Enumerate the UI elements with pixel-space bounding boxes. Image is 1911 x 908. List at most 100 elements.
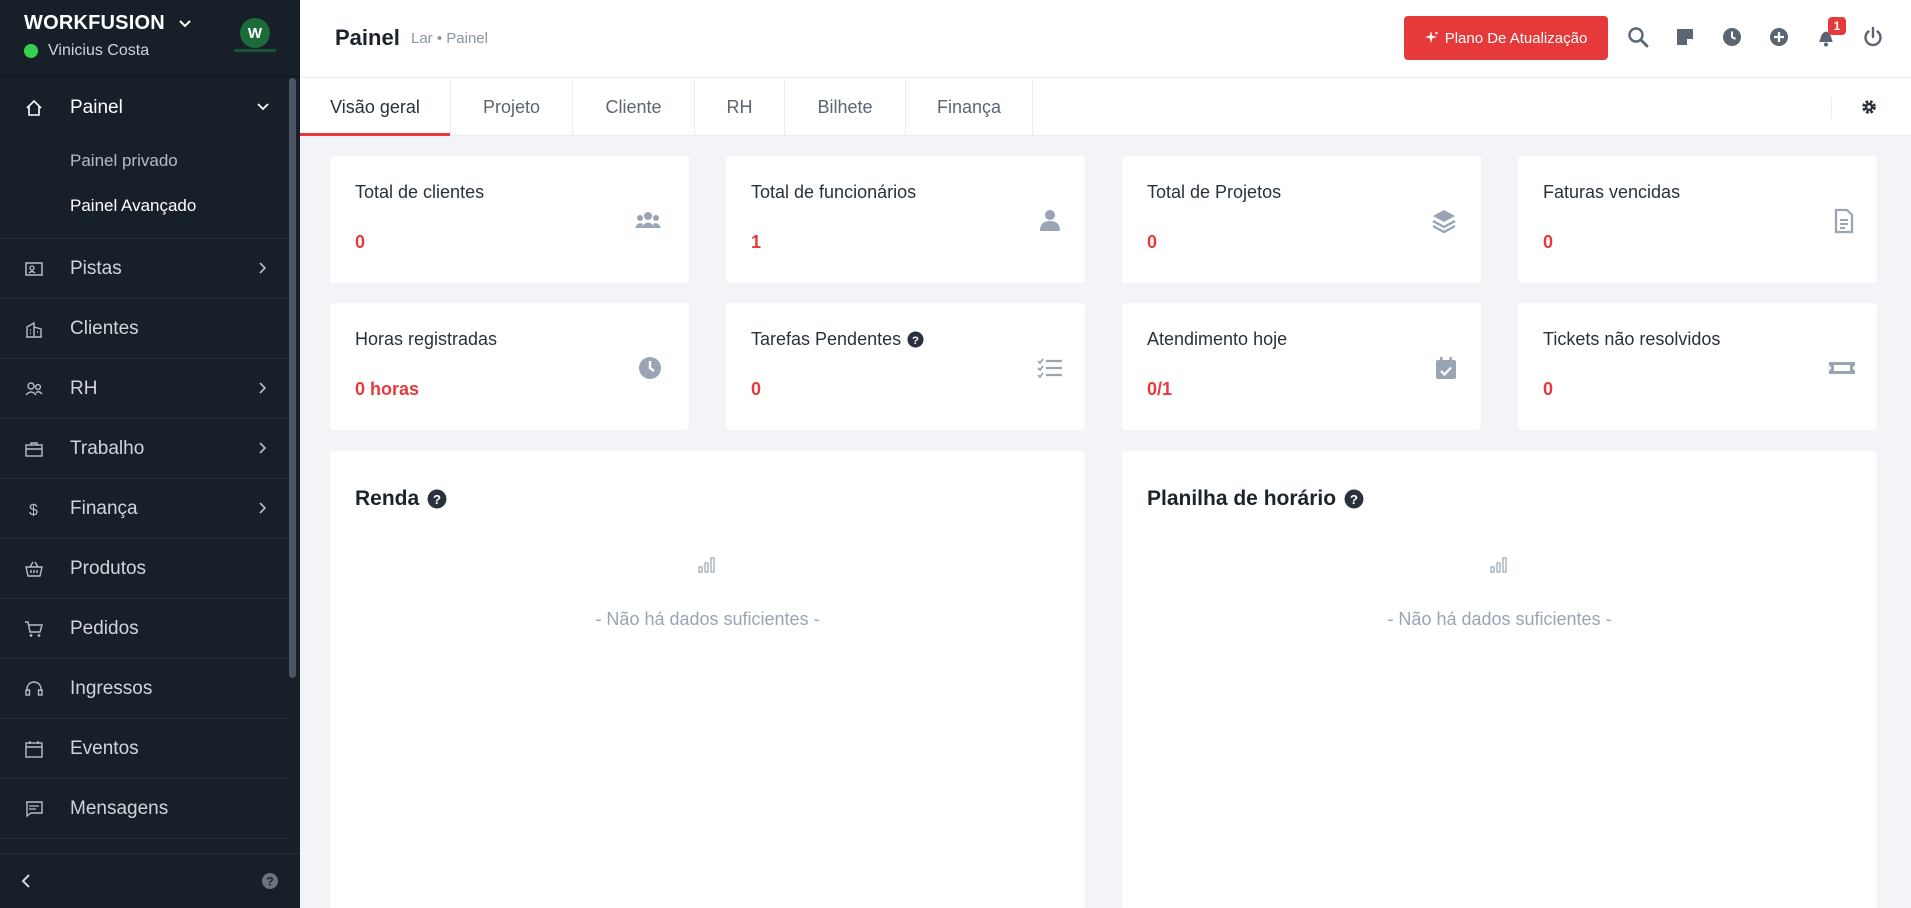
sidebar-item-rh[interactable]: RH xyxy=(0,359,288,419)
sidebar-item-produtos[interactable]: Produtos xyxy=(0,539,288,599)
sidebar-item-label: Ingressos xyxy=(70,677,153,699)
sidebar-item-mensagens[interactable]: Mensagens xyxy=(0,779,288,839)
sidebar-item-eventos[interactable]: Eventos xyxy=(0,719,288,779)
stat-title: Atendimento hoje xyxy=(1147,329,1288,349)
panel-title-text: Planilha de horário xyxy=(1147,487,1337,510)
upgrade-plan-label: Plano De Atualização xyxy=(1444,29,1588,47)
sidebar-subitem-painel-privado[interactable]: Painel privado xyxy=(0,138,288,183)
breadcrumb[interactable]: Lar • Painel xyxy=(411,30,488,47)
stat-card-faturas-vencidas[interactable]: Faturas vencidas 0 xyxy=(1518,156,1877,283)
stat-title: Faturas vencidas xyxy=(1543,182,1681,202)
gear-icon[interactable] xyxy=(1860,98,1878,116)
user-icon xyxy=(1040,210,1060,231)
svg-text:?: ? xyxy=(266,875,273,889)
stat-title: Tickets não resolvidos xyxy=(1543,329,1721,349)
company-logo[interactable]: W xyxy=(240,18,270,48)
calendar-icon xyxy=(25,741,43,758)
stat-card-tarefas-pendentes[interactable]: Tarefas Pendentes ? 0 xyxy=(726,303,1085,430)
sparkle-icon xyxy=(1424,31,1438,43)
empty-state-text: - Não há dados suficientes - xyxy=(1387,609,1612,629)
help-icon[interactable]: ? xyxy=(261,872,279,890)
contact-card-icon xyxy=(25,262,43,276)
svg-text:?: ? xyxy=(912,335,919,347)
layers-icon xyxy=(1432,210,1456,234)
sidebar-item-label: Trabalho xyxy=(70,437,145,459)
stat-card-total-projetos[interactable]: Total de Projetos 0 xyxy=(1122,156,1481,283)
stat-title-text: Tarefas Pendentes xyxy=(751,329,902,349)
sidebar-item-label: Painel xyxy=(70,97,123,118)
svg-text:$: $ xyxy=(29,502,38,519)
sidebar-item-ingressos[interactable]: Ingressos xyxy=(0,659,288,719)
tab-bilhete[interactable]: Bilhete xyxy=(785,78,906,136)
sticky-note-icon[interactable] xyxy=(1674,26,1696,48)
stat-value: 0 xyxy=(355,232,366,252)
stat-value: 0 xyxy=(1543,379,1554,399)
stat-card-total-clientes[interactable]: Total de clientes 0 xyxy=(330,156,689,283)
sidebar-item-trabalho[interactable]: Trabalho xyxy=(0,419,288,479)
stat-card-total-funcionarios[interactable]: Total de funcionários 1 xyxy=(726,156,1085,283)
sidebar: WORKFUSION Vinicius Costa W Painel Paine… xyxy=(0,0,300,908)
users-icon xyxy=(635,212,661,228)
briefcase-icon xyxy=(25,442,43,457)
plus-circle-icon[interactable] xyxy=(1768,26,1790,48)
painel-submenu: Painel privado Painel Avançado xyxy=(0,138,288,239)
panel-title-text: Renda xyxy=(355,487,420,510)
tab-projeto[interactable]: Projeto xyxy=(451,78,573,136)
user-status: Vinicius Costa xyxy=(24,42,149,60)
svg-text:?: ? xyxy=(433,492,441,507)
stat-card-horas-registradas[interactable]: Horas registradas 0 horas xyxy=(330,303,689,430)
top-header: Painel Lar • Painel Plano De Atualização… xyxy=(300,0,1911,78)
tab-financa[interactable]: Finança xyxy=(906,78,1033,136)
tab-visao-geral[interactable]: Visão geral xyxy=(300,78,451,136)
sidebar-item-label: Mensagens xyxy=(70,797,169,819)
empty-state-text: - Não há dados suficientes - xyxy=(595,609,820,629)
tab-cliente[interactable]: Cliente xyxy=(573,78,695,136)
upgrade-plan-button[interactable]: Plano De Atualização xyxy=(1404,16,1608,60)
tasks-icon xyxy=(1037,358,1062,379)
power-icon[interactable] xyxy=(1862,26,1884,48)
stat-value: 1 xyxy=(751,232,762,252)
sidebar-footer: ? xyxy=(0,853,300,908)
dashboard-tabs: Visão geral Projeto Cliente RH Bilhete F… xyxy=(300,78,1911,136)
brand-name[interactable]: WORKFUSION xyxy=(24,12,165,35)
help-icon[interactable]: ? xyxy=(1344,489,1364,509)
sidebar-item-label: Produtos xyxy=(70,557,147,579)
chevron-down-icon[interactable] xyxy=(177,16,193,32)
cart-icon xyxy=(25,621,43,637)
tab-rh[interactable]: RH xyxy=(695,78,785,136)
income-panel: Renda ? - Não há dados suficientes - xyxy=(330,451,1085,908)
help-icon[interactable]: ? xyxy=(427,489,447,509)
user-name: Vinicius Costa xyxy=(48,42,150,59)
bar-chart-icon xyxy=(1490,557,1507,573)
chevron-left-icon[interactable] xyxy=(18,872,34,890)
sidebar-item-label: Eventos xyxy=(70,737,139,759)
stat-title: Total de funcionários xyxy=(751,182,917,202)
clock-icon xyxy=(639,357,661,379)
sidebar-item-clientes[interactable]: Clientes xyxy=(0,299,288,359)
stat-card-tickets-nao-resolvidos[interactable]: Tickets não resolvidos 0 xyxy=(1518,303,1877,430)
search-icon[interactable] xyxy=(1627,26,1649,48)
sidebar-subitem-painel-avancado[interactable]: Painel Avançado xyxy=(0,183,288,228)
tabs-divider xyxy=(1831,98,1832,118)
sidebar-item-painel[interactable]: Painel xyxy=(0,78,288,138)
stat-value: 0 horas xyxy=(355,379,420,399)
clock-icon[interactable] xyxy=(1721,26,1743,48)
sidebar-item-label: Pistas xyxy=(70,257,122,279)
stat-value: 0/1 xyxy=(1147,379,1173,399)
dollar-icon: $ xyxy=(29,502,38,519)
sidebar-scrollbar[interactable] xyxy=(289,78,296,678)
sidebar-item-pedidos[interactable]: Pedidos xyxy=(0,599,288,659)
help-icon[interactable]: ? xyxy=(907,331,924,348)
sidebar-item-financa[interactable]: $ Finança xyxy=(0,479,288,539)
ticket-icon xyxy=(1829,362,1855,374)
stat-value: 0 xyxy=(751,379,762,399)
stat-title: Total de Projetos xyxy=(1147,182,1282,202)
stat-value: 0 xyxy=(1543,232,1554,252)
building-icon xyxy=(26,321,42,338)
sidebar-item-pistas[interactable]: Pistas xyxy=(0,239,288,299)
chevron-down-icon xyxy=(257,103,269,111)
notification-badge: 1 xyxy=(1828,17,1846,35)
chevron-right-icon xyxy=(259,262,267,274)
stat-card-atendimento-hoje[interactable]: Atendimento hoje 0/1 xyxy=(1122,303,1481,430)
message-icon xyxy=(26,801,43,818)
